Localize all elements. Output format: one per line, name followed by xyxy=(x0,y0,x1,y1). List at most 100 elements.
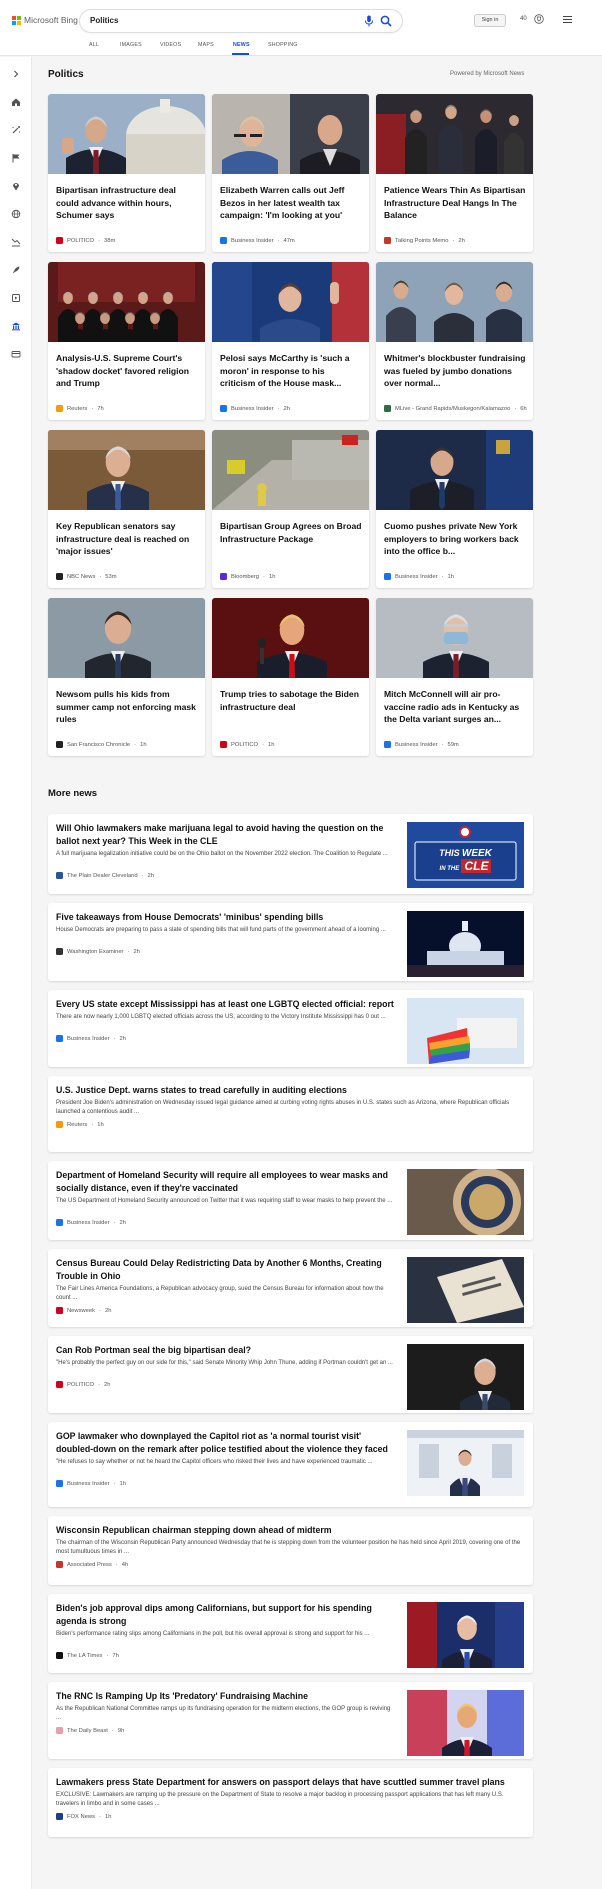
news-card-image[interactable] xyxy=(48,430,205,510)
publisher-name[interactable]: Business Insider xyxy=(231,238,274,244)
search-query[interactable]: Politics xyxy=(90,16,118,25)
news-card-title[interactable]: Key Republican senators say infrastructu… xyxy=(56,520,198,558)
search-input[interactable]: Politics xyxy=(80,10,402,32)
news-card-title[interactable]: Cuomo pushes private New York employers … xyxy=(384,520,526,558)
tab-images[interactable]: IMAGES xyxy=(120,42,142,48)
more-news-item[interactable]: The RNC Is Ramping Up Its 'Predatory' Fu… xyxy=(48,1682,533,1759)
news-thumbnail[interactable] xyxy=(407,1257,524,1323)
publisher-name[interactable]: MLive - Grand Rapids/Muskegon/Kalamazoo xyxy=(395,406,510,412)
publisher-name[interactable]: Reuters xyxy=(67,406,87,412)
news-card-image[interactable] xyxy=(376,430,533,510)
publisher-name[interactable]: Washington Examiner xyxy=(67,949,124,955)
news-card[interactable]: Trump tries to sabotage the Biden infras… xyxy=(212,598,369,756)
news-card[interactable]: Cuomo pushes private New York employers … xyxy=(376,430,533,588)
publisher-name[interactable]: The LA Times xyxy=(67,1653,102,1659)
home-icon[interactable] xyxy=(11,97,21,107)
publisher-name[interactable]: Business Insider xyxy=(395,742,438,748)
more-news-item[interactable]: Department of Homeland Security will req… xyxy=(48,1161,533,1240)
news-thumbnail[interactable]: THIS WEEK IN THE CLE xyxy=(407,822,524,888)
news-headline[interactable]: Lawmakers press State Department for ans… xyxy=(56,1776,524,1789)
tab-videos[interactable]: VIDEOS xyxy=(160,42,181,48)
rocket-icon[interactable] xyxy=(11,265,21,275)
publisher-name[interactable]: San Francisco Chronicle xyxy=(67,742,130,748)
publisher-name[interactable]: NBC News xyxy=(67,574,95,580)
news-card-title[interactable]: Bipartisan Group Agrees on Broad Infrast… xyxy=(220,520,362,545)
news-card[interactable]: Newsom pulls his kids from summer camp n… xyxy=(48,598,205,756)
news-headline[interactable]: GOP lawmaker who downplayed the Capitol … xyxy=(56,1430,396,1456)
news-card-image[interactable] xyxy=(48,262,205,342)
news-headline[interactable]: Wisconsin Republican chairman stepping d… xyxy=(56,1524,524,1537)
more-news-item[interactable]: U.S. Justice Dept. warns states to tread… xyxy=(48,1076,533,1152)
news-headline[interactable]: Department of Homeland Security will req… xyxy=(56,1169,396,1195)
flag-icon[interactable] xyxy=(11,153,21,163)
news-card-image[interactable] xyxy=(212,598,369,678)
search-icon[interactable] xyxy=(380,15,392,27)
sign-in-button[interactable]: Sign in xyxy=(474,14,506,27)
film-icon[interactable] xyxy=(11,293,21,303)
news-thumbnail[interactable] xyxy=(407,998,524,1064)
news-card[interactable]: Patience Wears Thin As Bipartisan Infras… xyxy=(376,94,533,252)
more-news-item[interactable]: GOP lawmaker who downplayed the Capitol … xyxy=(48,1422,533,1507)
bing-logo[interactable]: Microsoft Bing xyxy=(12,15,78,25)
location-pin-icon[interactable] xyxy=(11,181,21,191)
publisher-name[interactable]: The Plain Dealer Cleveland xyxy=(67,873,138,879)
news-card[interactable]: Bipartisan Group Agrees on Broad Infrast… xyxy=(212,430,369,588)
rewards-points[interactable]: 40 xyxy=(520,16,527,22)
news-card-title[interactable]: Whitmer's blockbuster fundraising was fu… xyxy=(384,352,526,390)
publisher-name[interactable]: FOX News xyxy=(67,1814,95,1820)
news-headline[interactable]: Will Ohio lawmakers make marijuana legal… xyxy=(56,822,396,848)
news-card[interactable]: Key Republican senators say infrastructu… xyxy=(48,430,205,588)
tab-all[interactable]: ALL xyxy=(89,42,99,48)
publisher-name[interactable]: The Daily Beast xyxy=(67,1728,108,1734)
news-card[interactable]: Elizabeth Warren calls out Jeff Bezos in… xyxy=(212,94,369,252)
magic-wand-icon[interactable] xyxy=(11,125,21,135)
news-headline[interactable]: The RNC Is Ramping Up Its 'Predatory' Fu… xyxy=(56,1690,396,1703)
news-card-image[interactable] xyxy=(376,598,533,678)
news-thumbnail[interactable] xyxy=(407,1690,524,1756)
more-news-item[interactable]: Will Ohio lawmakers make marijuana legal… xyxy=(48,814,533,894)
news-thumbnail[interactable] xyxy=(407,1169,524,1235)
news-card-title[interactable]: Elizabeth Warren calls out Jeff Bezos in… xyxy=(220,184,362,222)
more-news-item[interactable]: Wisconsin Republican chairman stepping d… xyxy=(48,1516,533,1585)
publisher-name[interactable]: Business Insider xyxy=(67,1220,110,1226)
news-card-image[interactable] xyxy=(212,94,369,174)
powered-by[interactable]: Powered by Microsoft News xyxy=(450,71,524,77)
news-card-image[interactable] xyxy=(48,94,205,174)
news-card[interactable]: Mitch McConnell will air pro-vaccine rad… xyxy=(376,598,533,756)
news-thumbnail[interactable] xyxy=(407,911,524,977)
news-headline[interactable]: Every US state except Mississippi has at… xyxy=(56,998,396,1011)
news-card[interactable]: Whitmer's blockbuster fundraising was fu… xyxy=(376,262,533,420)
more-news-item[interactable]: Can Rob Portman seal the big bipartisan … xyxy=(48,1336,533,1413)
news-thumbnail[interactable] xyxy=(407,1430,524,1496)
credit-card-icon[interactable] xyxy=(11,349,21,359)
news-card-image[interactable] xyxy=(212,262,369,342)
news-card[interactable]: Bipartisan infrastructure deal could adv… xyxy=(48,94,205,252)
microphone-icon[interactable] xyxy=(364,15,374,27)
news-headline[interactable]: Biden's job approval dips among Californ… xyxy=(56,1602,396,1628)
globe-icon[interactable] xyxy=(11,209,21,219)
publisher-name[interactable]: Business Insider xyxy=(231,406,274,412)
news-thumbnail[interactable] xyxy=(407,1344,524,1410)
publisher-name[interactable]: POLITICO xyxy=(67,1382,94,1388)
news-card-title[interactable]: Patience Wears Thin As Bipartisan Infras… xyxy=(384,184,526,222)
news-card[interactable]: Analysis-U.S. Supreme Court's 'shadow do… xyxy=(48,262,205,420)
publisher-name[interactable]: POLITICO xyxy=(67,238,94,244)
more-news-item[interactable]: Lawmakers press State Department for ans… xyxy=(48,1768,533,1837)
rewards-trophy-icon[interactable] xyxy=(534,14,544,24)
bank-icon[interactable] xyxy=(11,321,21,331)
news-card-title[interactable]: Pelosi says McCarthy is 'such a moron' i… xyxy=(220,352,362,390)
news-headline[interactable]: Census Bureau Could Delay Redistricting … xyxy=(56,1257,396,1283)
publisher-name[interactable]: Newsweek xyxy=(67,1308,95,1314)
more-news-item[interactable]: Every US state except Mississippi has at… xyxy=(48,990,533,1067)
news-card-image[interactable] xyxy=(48,598,205,678)
publisher-name[interactable]: Bloomberg xyxy=(231,574,259,580)
news-headline[interactable]: U.S. Justice Dept. warns states to tread… xyxy=(56,1084,524,1097)
tab-shopping[interactable]: SHOPPING xyxy=(268,42,298,48)
news-headline[interactable]: Can Rob Portman seal the big bipartisan … xyxy=(56,1344,396,1357)
hamburger-menu-icon[interactable] xyxy=(563,16,572,23)
news-card-image[interactable] xyxy=(376,262,533,342)
chevron-right-icon[interactable] xyxy=(11,69,21,79)
news-headline[interactable]: Five takeaways from House Democrats' 'mi… xyxy=(56,911,396,924)
tab-news[interactable]: NEWS xyxy=(233,42,250,48)
publisher-name[interactable]: Business Insider xyxy=(67,1036,110,1042)
